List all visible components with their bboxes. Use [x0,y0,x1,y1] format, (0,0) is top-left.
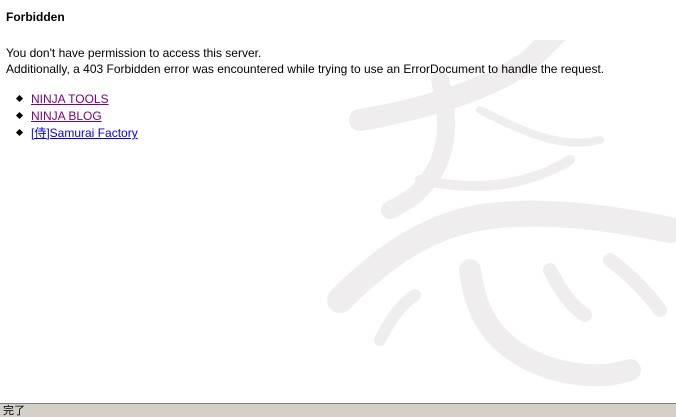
error-message-line-2: Additionally, a 403 Forbidden error was … [6,62,605,76]
status-text: 完了 [3,404,25,417]
link-list: NINJA TOOLS NINJA BLOG [侍]Samurai Factor… [6,91,671,142]
page-title: Forbidden [6,10,65,24]
list-item: NINJA BLOG [15,108,671,125]
link-samurai-factory[interactable]: [侍]Samurai Factory [31,126,138,140]
browser-viewport: Forbidden You don't have permission to a… [0,0,676,403]
list-item: [侍]Samurai Factory [15,125,671,142]
bullet-icon [15,128,24,137]
status-bar: 完了 [0,403,676,417]
error-message-line-1: You don't have permission to access this… [6,46,262,60]
link-ninja-blog[interactable]: NINJA BLOG [31,109,102,123]
link-ninja-tools[interactable]: NINJA TOOLS [31,92,109,106]
bullet-icon [15,111,24,120]
error-content: Forbidden You don't have permission to a… [6,9,671,142]
list-item: NINJA TOOLS [15,91,671,108]
bullet-icon [15,94,24,103]
